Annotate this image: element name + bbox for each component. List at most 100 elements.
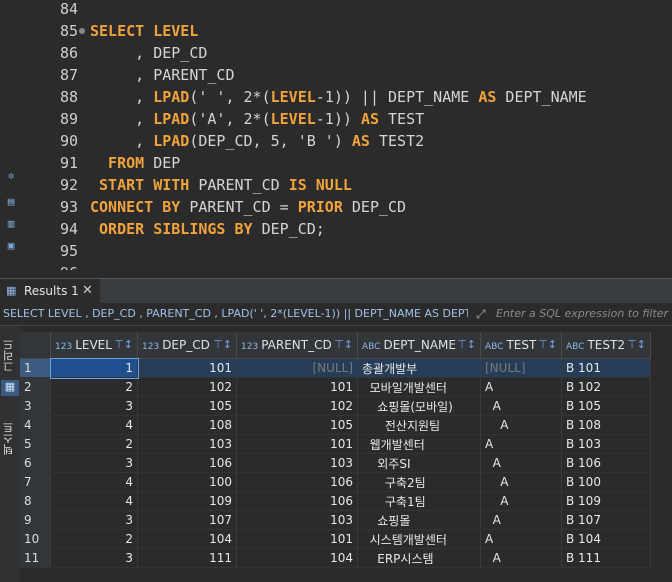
cell-test[interactable]: A xyxy=(480,415,562,435)
cell-parent-cd[interactable]: 101 xyxy=(236,377,358,397)
code-line[interactable]: 88 , LPAD(' ', 2*(LEVEL-1)) || DEPT_NAME… xyxy=(0,86,672,108)
cell-test2[interactable]: B 111 xyxy=(561,548,651,568)
fold-marker-icon[interactable] xyxy=(79,28,85,34)
cell-dept-name[interactable]: 전산지원팀 xyxy=(357,415,481,435)
grid-view-icon[interactable]: ▦ xyxy=(1,380,19,396)
cell-test2[interactable]: B 100 xyxy=(561,472,651,492)
cell-test2[interactable]: B 104 xyxy=(561,529,651,549)
table-row[interactable]: 8 4 109 106 구축1팀 AB 109 xyxy=(20,491,651,511)
gear-icon[interactable]: ✲ xyxy=(4,169,18,183)
cell-test[interactable]: A xyxy=(480,472,562,492)
table-row[interactable]: 1 1 101 [NULL] 총괄개발부 [NULL] B 101 xyxy=(20,357,651,379)
cell-level[interactable]: 1 xyxy=(49,357,139,379)
text-view-label[interactable]: 텍스트 xyxy=(1,414,19,464)
column-header-dept-name[interactable]: ABC DEPT_NAME ⊤↕ xyxy=(357,332,481,359)
sort-filter-icon[interactable]: ⊤↕ xyxy=(213,338,232,351)
cell-test[interactable]: [NULL] xyxy=(480,358,562,378)
cell-test[interactable]: A xyxy=(480,529,562,549)
sort-filter-icon[interactable]: ⊤↕ xyxy=(334,338,353,351)
sort-filter-icon[interactable]: ⊤↕ xyxy=(538,338,557,351)
row-number[interactable]: 4 xyxy=(20,415,51,435)
column-header-parent-cd[interactable]: 123 PARENT_CD ⊤↕ xyxy=(236,332,358,359)
cell-dept-name[interactable]: 시스템개발센터 xyxy=(357,529,481,549)
cell-dept-name[interactable]: 쇼핑몰 xyxy=(357,510,481,530)
cell-parent-cd[interactable]: 105 xyxy=(236,415,358,435)
cell-parent-cd[interactable]: 103 xyxy=(236,453,358,473)
cell-test2[interactable]: B 101 xyxy=(561,358,651,378)
cell-dept-name[interactable]: 구축1팀 xyxy=(357,491,481,511)
sort-filter-icon[interactable]: ⊤↕ xyxy=(627,338,646,351)
table-row[interactable]: 10 2 104 101 시스템개발센터 A B 104 xyxy=(20,529,651,549)
cell-dep-cd[interactable]: 103 xyxy=(137,434,237,454)
row-number[interactable]: 5 xyxy=(20,434,51,454)
filter-input[interactable]: Enter a SQL expression to filter results xyxy=(496,303,672,325)
cell-level[interactable]: 2 xyxy=(50,377,138,397)
cell-dep-cd[interactable]: 100 xyxy=(137,472,237,492)
cell-test[interactable]: A xyxy=(480,377,562,397)
row-number[interactable]: 9 xyxy=(20,510,51,530)
cell-level[interactable]: 3 xyxy=(50,396,138,416)
sort-filter-icon[interactable]: ⊤↕ xyxy=(457,338,476,351)
cell-test2[interactable]: B 102 xyxy=(561,377,651,397)
column-header-level[interactable]: 123 LEVEL ⊤↕ xyxy=(50,332,138,359)
code-line[interactable]: 92 START WITH PARENT_CD IS NULL xyxy=(0,174,672,196)
cell-test2[interactable]: B 109 xyxy=(561,491,651,511)
code-line[interactable]: 86 , DEP_CD xyxy=(0,42,672,64)
row-number[interactable]: 10 xyxy=(20,529,51,549)
cell-level[interactable]: 4 xyxy=(50,472,138,492)
code-line[interactable]: 96 xyxy=(0,262,672,270)
column-header-test2[interactable]: ABC TEST2 ⊤↕ xyxy=(561,332,651,359)
cell-dept-name[interactable]: 모바일개발센터 xyxy=(357,377,481,397)
cell-level[interactable]: 3 xyxy=(50,453,138,473)
column-header-test[interactable]: ABC TEST ⊤↕ xyxy=(480,332,562,359)
cell-dep-cd[interactable]: 107 xyxy=(137,510,237,530)
sql-editor[interactable]: 84 85 SELECT LEVEL 86 , DEP_CD 87 , PARENT_C… xyxy=(0,0,672,270)
cell-parent-cd[interactable]: 106 xyxy=(236,491,358,511)
row-number[interactable]: 2 xyxy=(20,377,51,397)
row-number[interactable]: 1 xyxy=(20,358,51,378)
code-line[interactable]: 85 SELECT LEVEL xyxy=(0,20,672,42)
cell-dept-name[interactable]: 쇼핑몰(모바일) xyxy=(357,396,481,416)
row-number-header[interactable] xyxy=(20,332,51,359)
cell-dep-cd[interactable]: 101 xyxy=(137,358,237,378)
code-line[interactable]: 91 FROM DEP xyxy=(0,152,672,174)
cell-test[interactable]: A xyxy=(480,510,562,530)
cell-dept-name[interactable]: 외주SI xyxy=(357,453,481,473)
cell-level[interactable]: 2 xyxy=(50,434,138,454)
column-header-dep-cd[interactable]: 123 DEP_CD ⊤↕ xyxy=(137,332,237,359)
cell-test[interactable]: A xyxy=(480,396,562,416)
cell-dep-cd[interactable]: 106 xyxy=(137,453,237,473)
cell-level[interactable]: 4 xyxy=(50,415,138,435)
expand-icon[interactable]: ⤢ xyxy=(476,307,490,321)
cell-test2[interactable]: B 105 xyxy=(561,396,651,416)
cell-level[interactable]: 4 xyxy=(50,491,138,511)
cell-dep-cd[interactable]: 102 xyxy=(137,377,237,397)
cell-level[interactable]: 3 xyxy=(50,548,138,568)
code-line[interactable]: 89 , LPAD('A', 2*(LEVEL-1)) AS TEST xyxy=(0,108,672,130)
grid-view-label[interactable]: 그리드 xyxy=(1,336,19,376)
code-line[interactable]: 95 xyxy=(0,240,672,262)
close-icon[interactable]: ✕ xyxy=(82,279,93,303)
code-line[interactable]: 90 , LPAD(DEP_CD, 5, 'B ') AS TEST2 xyxy=(0,130,672,152)
cell-parent-cd[interactable]: 104 xyxy=(236,548,358,568)
cell-level[interactable]: 3 xyxy=(50,510,138,530)
table-row[interactable]: 11 3 111 104 ERP시스템 AB 111 xyxy=(20,548,651,568)
row-number[interactable]: 8 xyxy=(20,491,51,511)
sort-filter-icon[interactable]: ⊤↕ xyxy=(114,338,133,351)
cell-dept-name[interactable]: 구축2팀 xyxy=(357,472,481,492)
row-number[interactable]: 11 xyxy=(20,548,51,568)
cell-parent-cd[interactable]: 101 xyxy=(236,434,358,454)
cell-dep-cd[interactable]: 108 xyxy=(137,415,237,435)
code-line[interactable]: 87 , PARENT_CD xyxy=(0,64,672,86)
cell-test[interactable]: A xyxy=(480,548,562,568)
table-row[interactable]: 4 4 108 105 전산지원팀 AB 108 xyxy=(20,415,651,435)
table-row[interactable]: 6 3 106 103 외주SI AB 106 xyxy=(20,453,651,473)
row-number[interactable]: 7 xyxy=(20,472,51,492)
row-number[interactable]: 3 xyxy=(20,396,51,416)
export-icon[interactable]: ▣ xyxy=(4,239,18,253)
row-number[interactable]: 6 xyxy=(20,453,51,473)
cell-dep-cd[interactable]: 104 xyxy=(137,529,237,549)
table-row[interactable]: 3 3 105 102 쇼핑몰(모바일) AB 105 xyxy=(20,396,651,416)
cell-parent-cd[interactable]: 102 xyxy=(236,396,358,416)
cell-parent-cd[interactable]: 101 xyxy=(236,529,358,549)
